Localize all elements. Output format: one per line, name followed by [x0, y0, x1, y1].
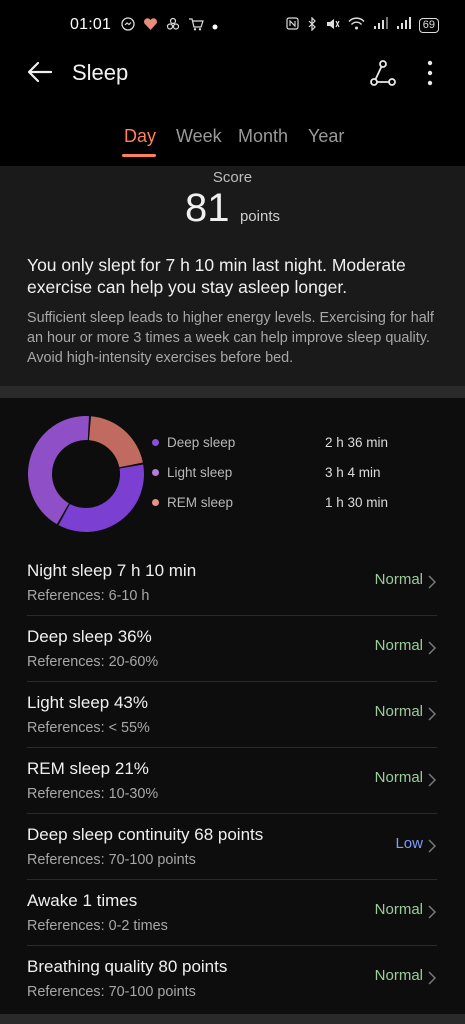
legend-value: 2 h 36 min [325, 434, 389, 450]
metric-title: Light sleep 43% [27, 693, 148, 712]
metric-light-sleep[interactable]: Light sleep 43% References: < 55% Normal [27, 682, 437, 748]
metric-reference: References: 70-100 points [27, 852, 196, 868]
metric-title: Breathing quality 80 points [27, 957, 228, 976]
wifi-icon [348, 17, 365, 33]
metric-breathing-quality[interactable]: Breathing quality 80 points References: … [27, 946, 437, 1012]
score-message: You only slept for 7 h 10 min last night… [27, 255, 406, 297]
donut-segment-rem-sleep [88, 416, 143, 468]
chevron-right-icon [428, 905, 437, 919]
legend-dot [152, 468, 159, 476]
game-icon [166, 17, 180, 34]
metric-title: REM sleep 21% [27, 759, 149, 778]
status-left: 01:01 [70, 16, 218, 34]
metric-night-sleep[interactable]: Night sleep 7 h 10 min References: 6-10 … [27, 550, 437, 616]
chevron-right-icon [428, 839, 437, 853]
more-vertical-icon [427, 60, 433, 86]
metric-reference: References: 20-60% [27, 654, 159, 670]
metric-reference: References: < 55% [27, 720, 150, 736]
score-card: Score 81 points You only slept for 7 h 1… [0, 166, 465, 386]
sleep-donut-chart [27, 416, 144, 532]
status-badge: Low [395, 835, 423, 852]
sleep-stats: Deep sleep 2 h 36 min Light sleep 3 h 4 … [0, 398, 465, 1024]
metric-reference: References: 6-10 h [27, 588, 150, 604]
chevron-right-icon [428, 707, 437, 721]
status-badge: Normal [374, 967, 423, 984]
period-tabs: Day Week Month Year [0, 120, 465, 160]
tab-year[interactable]: Year [308, 126, 344, 147]
metric-deep-sleep[interactable]: Deep sleep 36% References: 20-60% Normal [27, 616, 437, 682]
legend-value: 1 h 30 min [325, 494, 389, 510]
legend-rem-sleep: REM sleep 1 h 30 min [152, 492, 452, 512]
status-badge: Normal [374, 901, 423, 918]
metric-reference: References: 0-2 times [27, 918, 168, 934]
back-button[interactable] [26, 58, 54, 86]
status-badge: Normal [374, 571, 423, 588]
signal-icon [396, 17, 411, 33]
share-icon [370, 60, 396, 86]
notification-icons [121, 16, 218, 34]
more-options-button[interactable] [420, 58, 440, 88]
score-number: 81 [185, 186, 230, 230]
app-bar: Sleep [0, 50, 465, 96]
status-badge: Normal [374, 703, 423, 720]
status-time: 01:01 [70, 16, 112, 33]
chevron-right-icon [428, 575, 437, 589]
metric-title: Night sleep 7 h 10 min [27, 561, 197, 580]
tab-day[interactable]: Day [124, 126, 156, 147]
donut-segment-deep-sleep [58, 464, 144, 532]
bottom-edge [0, 1014, 465, 1024]
cart-icon [188, 17, 204, 34]
status-bar: 01:01 69 [0, 0, 465, 50]
metric-rem-sleep[interactable]: REM sleep 21% References: 10-30% Normal [27, 748, 437, 814]
nfc-icon [286, 17, 299, 33]
chevron-right-icon [428, 641, 437, 655]
metric-reference: References: 10-30% [27, 786, 159, 802]
active-tab-indicator [122, 154, 156, 157]
legend-dot [152, 438, 159, 446]
page-title: Sleep [72, 60, 129, 85]
dot-icon [212, 18, 218, 33]
tab-month[interactable]: Month [238, 126, 288, 147]
metric-awake[interactable]: Awake 1 times References: 0-2 times Norm… [27, 880, 437, 946]
section-divider [0, 386, 465, 398]
status-badge: Normal [374, 769, 423, 786]
legend-label: REM sleep [167, 494, 234, 510]
legend-dot [152, 498, 159, 506]
legend-deep-sleep: Deep sleep 2 h 36 min [152, 432, 452, 452]
legend-label: Deep sleep [167, 434, 236, 450]
heart-icon [143, 17, 158, 34]
tab-week[interactable]: Week [176, 126, 222, 147]
score-unit: points [239, 208, 280, 225]
metric-reference: References: 70-100 points [27, 984, 196, 1000]
signal-icon [373, 17, 388, 33]
score-value: 81 points [0, 186, 465, 231]
messenger-icon [121, 16, 135, 34]
battery-indicator: 69 [418, 17, 439, 33]
bluetooth-icon [307, 16, 317, 34]
share-button[interactable] [368, 58, 398, 88]
metric-title: Awake 1 times [27, 891, 138, 910]
score-detail: Sufficient sleep leads to higher energy … [27, 310, 434, 366]
legend-light-sleep: Light sleep 3 h 4 min [152, 462, 452, 482]
status-right: 69 [286, 16, 439, 34]
legend-value: 3 h 4 min [325, 464, 381, 480]
metric-deep-sleep-continuity[interactable]: Deep sleep continuity 68 points Referenc… [27, 814, 437, 880]
arrow-left-icon [27, 61, 53, 83]
chevron-right-icon [428, 773, 437, 787]
score-label: Score [212, 169, 253, 186]
metric-title: Deep sleep 36% [27, 627, 152, 646]
metric-title: Deep sleep continuity 68 points [27, 825, 264, 844]
mute-icon [325, 17, 340, 34]
chevron-right-icon [428, 971, 437, 985]
legend-label: Light sleep [167, 464, 233, 480]
status-badge: Normal [374, 637, 423, 654]
